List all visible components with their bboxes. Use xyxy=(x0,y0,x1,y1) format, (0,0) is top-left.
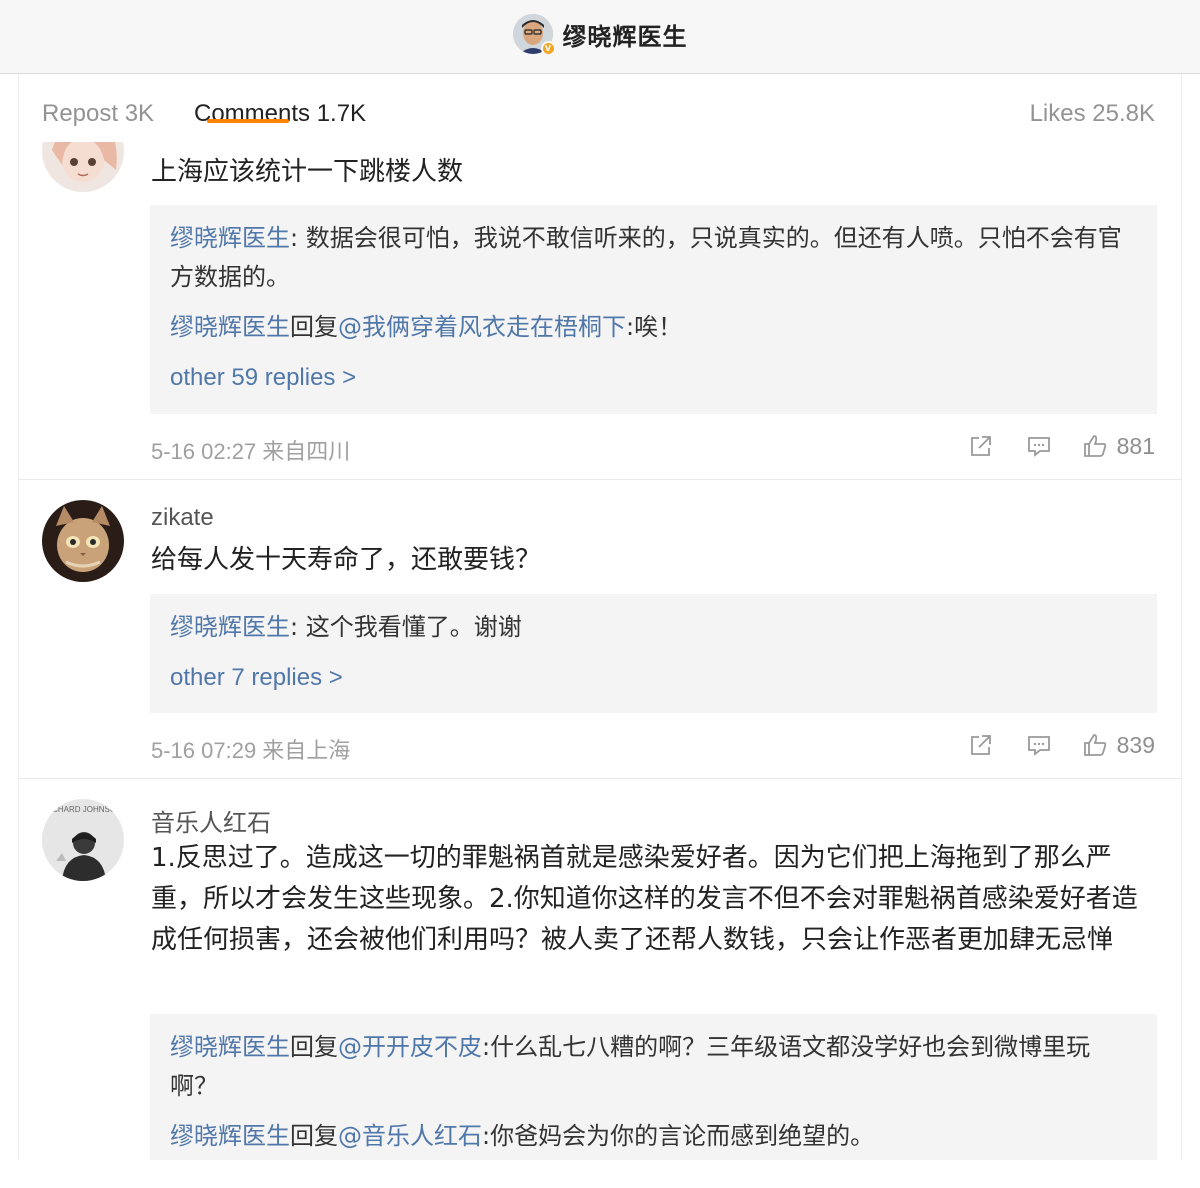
top-navigation-bar: V 缪晓辉医生 xyxy=(0,0,1200,74)
reply-thread[interactable]: 缪晓辉医生回复@开开皮不皮:什么乱七八糟的啊？三年级语文都没学好也会到微博里玩啊… xyxy=(150,1014,1157,1160)
share-icon[interactable] xyxy=(967,731,995,759)
tab-bar: Repost 3K Comments 1.7K Likes 25.8K xyxy=(18,74,1182,142)
reply-separator: : xyxy=(482,1033,491,1061)
reply-word: 回复 xyxy=(290,1122,338,1150)
like-count: 881 xyxy=(1116,432,1155,459)
reply-text: 数据会很可怕，我说不敢信听来的，只说真实的。但还有人喷。只怕不会有官方数据的。 xyxy=(170,224,1122,291)
mention-link[interactable]: @音乐人红石 xyxy=(338,1122,482,1150)
tab-likes[interactable]: Likes 25.8K xyxy=(1030,100,1155,128)
author-avatar[interactable]: V xyxy=(512,14,556,56)
reply-author-link[interactable]: 缪晓辉医生 xyxy=(170,224,290,252)
reply-item: 缪晓辉医生回复@音乐人红石:你爸妈会为你的言论而感到绝望的。 xyxy=(170,1117,1137,1156)
thumbs-up-icon[interactable] xyxy=(1081,432,1109,460)
tab-comments[interactable]: Comments 1.7K xyxy=(194,100,366,128)
comment-timestamp: 5-16 07:29 来自上海 xyxy=(151,738,351,763)
mention-link[interactable]: @我俩穿着风衣走在梧桐下 xyxy=(338,313,626,341)
comment-actions: 881 xyxy=(967,432,1155,460)
nav-title-group[interactable]: V 缪晓辉医生 xyxy=(0,12,1200,56)
reply-author-link[interactable]: 缪晓辉医生 xyxy=(170,1122,290,1150)
commenter-username[interactable]: 音乐人红石 xyxy=(151,803,271,838)
more-replies-link[interactable]: other 59 replies > xyxy=(170,358,1137,397)
more-replies-link[interactable]: other 7 replies > xyxy=(170,658,1137,697)
like-count: 839 xyxy=(1116,731,1155,758)
comment-icon[interactable] xyxy=(1025,432,1053,460)
share-icon[interactable] xyxy=(967,432,995,460)
reply-author-link[interactable]: 缪晓辉医生 xyxy=(170,313,290,341)
verified-badge-icon: V xyxy=(540,41,556,56)
page-title: 缪晓辉医生 xyxy=(562,22,688,51)
thumbs-up-icon[interactable] xyxy=(1081,731,1109,759)
reply-thread[interactable]: 缪晓辉医生: 这个我看懂了。谢谢 other 7 replies > xyxy=(150,594,1157,713)
reply-item: 缪晓辉医生: 数据会很可怕，我说不敢信听来的，只说真实的。但还有人喷。只怕不会有… xyxy=(170,219,1137,297)
avatar-caption: RICHARD JOHNSON xyxy=(44,805,122,814)
comment-icon[interactable] xyxy=(1025,731,1053,759)
tab-repost[interactable]: Repost 3K xyxy=(42,100,154,128)
reply-word: 回复 xyxy=(290,313,338,341)
reply-separator: : xyxy=(290,224,306,252)
active-tab-indicator xyxy=(207,119,289,123)
reply-separator: : xyxy=(626,313,635,341)
comment-text: 给每人发十天寿命了，还敢要钱？ xyxy=(151,545,542,575)
reply-word: 回复 xyxy=(290,1033,338,1061)
comment-text: 1.反思过了。造成这一切的罪魁祸首就是感染爱好者。因为它们把上海拖到了那么严重，… xyxy=(151,843,1138,955)
commenter-avatar[interactable] xyxy=(42,142,124,192)
commenter-avatar[interactable] xyxy=(42,500,124,582)
reply-item: 缪晓辉医生: 这个我看懂了。谢谢 xyxy=(170,608,1137,647)
reply-thread[interactable]: 缪晓辉医生: 数据会很可怕，我说不敢信听来的，只说真实的。但还有人喷。只怕不会有… xyxy=(150,205,1157,414)
reply-text: 这个我看懂了。谢谢 xyxy=(305,613,522,641)
commenter-username[interactable]: zikate xyxy=(151,504,214,532)
reply-author-link[interactable]: 缪晓辉医生 xyxy=(170,1033,290,1061)
reply-separator: : xyxy=(482,1122,491,1150)
reply-item: 缪晓辉医生回复@我俩穿着风衣走在梧桐下:唉！ xyxy=(170,308,1137,347)
comment-feed[interactable]: 上海应该统计一下跳楼人数 缪晓辉医生: 数据会很可怕，我说不敢信听来的，只说真实… xyxy=(18,142,1182,1160)
comment-actions: 839 xyxy=(967,731,1155,759)
comment-timestamp: 5-16 02:27 来自四川 xyxy=(151,439,351,464)
comment-divider xyxy=(19,479,1181,480)
reply-author-link[interactable]: 缪晓辉医生 xyxy=(170,613,290,641)
commenter-avatar[interactable]: RICHARD JOHNSON xyxy=(42,799,124,881)
mention-link[interactable]: @开开皮不皮 xyxy=(338,1033,482,1061)
reply-separator: : xyxy=(290,613,306,641)
reply-text: 唉！ xyxy=(634,313,683,341)
comment-text: 上海应该统计一下跳楼人数 xyxy=(151,157,464,187)
reply-item: 缪晓辉医生回复@开开皮不皮:什么乱七八糟的啊？三年级语文都没学好也会到微博里玩啊… xyxy=(170,1028,1137,1106)
comment-divider xyxy=(19,778,1181,779)
reply-text: 你爸妈会为你的言论而感到绝望的。 xyxy=(490,1122,875,1150)
